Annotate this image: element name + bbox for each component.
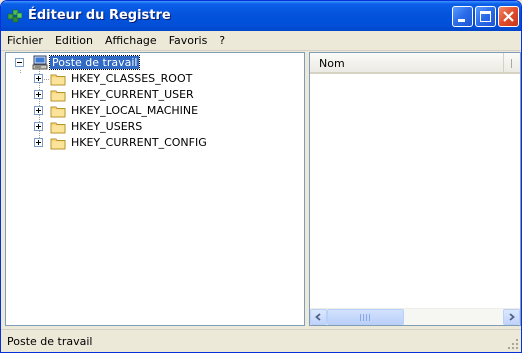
scroll-thumb[interactable]	[327, 309, 404, 325]
tree-pane[interactable]: Poste de travail HKEY_CLASSES_ROOT HKEY_…	[5, 52, 305, 326]
folder-icon	[50, 90, 66, 102]
tree-root[interactable]: Poste de travail	[6, 55, 304, 71]
scroll-left-button[interactable]	[310, 309, 327, 325]
tree-item-hkey-current-user[interactable]: HKEY_CURRENT_USER	[6, 87, 304, 103]
tree-item-hkey-local-machine[interactable]: HKEY_LOCAL_MACHINE	[6, 103, 304, 119]
status-bar: Poste de travail	[1, 329, 521, 352]
menu-help[interactable]: ?	[213, 34, 231, 47]
tree-item-label[interactable]: HKEY_CLASSES_ROOT	[69, 72, 194, 85]
tree-item-hkey-classes-root[interactable]: HKEY_CLASSES_ROOT	[6, 71, 304, 87]
menu-edition[interactable]: Edition	[49, 34, 99, 47]
horizontal-scrollbar[interactable]	[310, 308, 520, 325]
expand-icon[interactable]	[34, 106, 43, 115]
folder-icon	[50, 122, 66, 134]
registry-editor-icon	[7, 9, 23, 23]
folder-icon	[50, 74, 66, 86]
chevron-left-icon	[315, 313, 321, 321]
expand-icon[interactable]	[34, 122, 43, 131]
tree-item-label[interactable]: HKEY_USERS	[69, 120, 144, 133]
maximize-icon	[480, 11, 491, 22]
tree-item-label[interactable]: HKEY_CURRENT_CONFIG	[69, 136, 209, 149]
menu-favoris[interactable]: Favoris	[163, 34, 214, 47]
expand-icon[interactable]	[34, 74, 43, 83]
title-bar[interactable]: Éditeur du Registre	[1, 1, 521, 31]
tree-item-hkey-current-config[interactable]: HKEY_CURRENT_CONFIG	[6, 135, 304, 151]
menu-affichage[interactable]: Affichage	[99, 34, 163, 47]
maximize-button[interactable]	[475, 6, 496, 27]
column-header-nom[interactable]: Nom	[310, 53, 504, 72]
collapse-icon[interactable]	[15, 58, 24, 67]
window-title: Éditeur du Registre	[28, 8, 171, 23]
resize-grip-icon[interactable]	[507, 338, 519, 350]
list-header: Nom	[310, 53, 520, 74]
status-text: Poste de travail	[7, 335, 93, 348]
computer-icon	[32, 55, 48, 70]
minimize-icon	[458, 19, 465, 22]
tree-item-label[interactable]: HKEY_LOCAL_MACHINE	[69, 104, 200, 117]
folder-icon	[50, 138, 66, 150]
column-header-type[interactable]	[505, 53, 521, 72]
tree-item-label[interactable]: HKEY_CURRENT_USER	[69, 88, 196, 101]
folder-icon	[50, 106, 66, 118]
scroll-right-button[interactable]	[503, 309, 520, 325]
column-divider-icon	[511, 59, 512, 68]
scroll-grip-icon	[360, 314, 371, 321]
menu-fichier[interactable]: Fichier	[1, 34, 49, 47]
tree-item-hkey-users[interactable]: HKEY_USERS	[6, 119, 304, 135]
close-button[interactable]	[498, 6, 519, 27]
expand-icon[interactable]	[34, 138, 43, 147]
minimize-button[interactable]	[452, 6, 473, 27]
tree-root-label[interactable]: Poste de travail	[48, 55, 141, 70]
values-list-pane[interactable]: Nom	[309, 52, 521, 326]
menu-bar: Fichier Edition Affichage Favoris ?	[1, 31, 521, 51]
expand-icon[interactable]	[34, 90, 43, 99]
close-icon	[503, 11, 514, 22]
chevron-right-icon	[509, 313, 515, 321]
registry-editor-window: Éditeur du Registre Fichier Edition Affi…	[0, 0, 522, 353]
